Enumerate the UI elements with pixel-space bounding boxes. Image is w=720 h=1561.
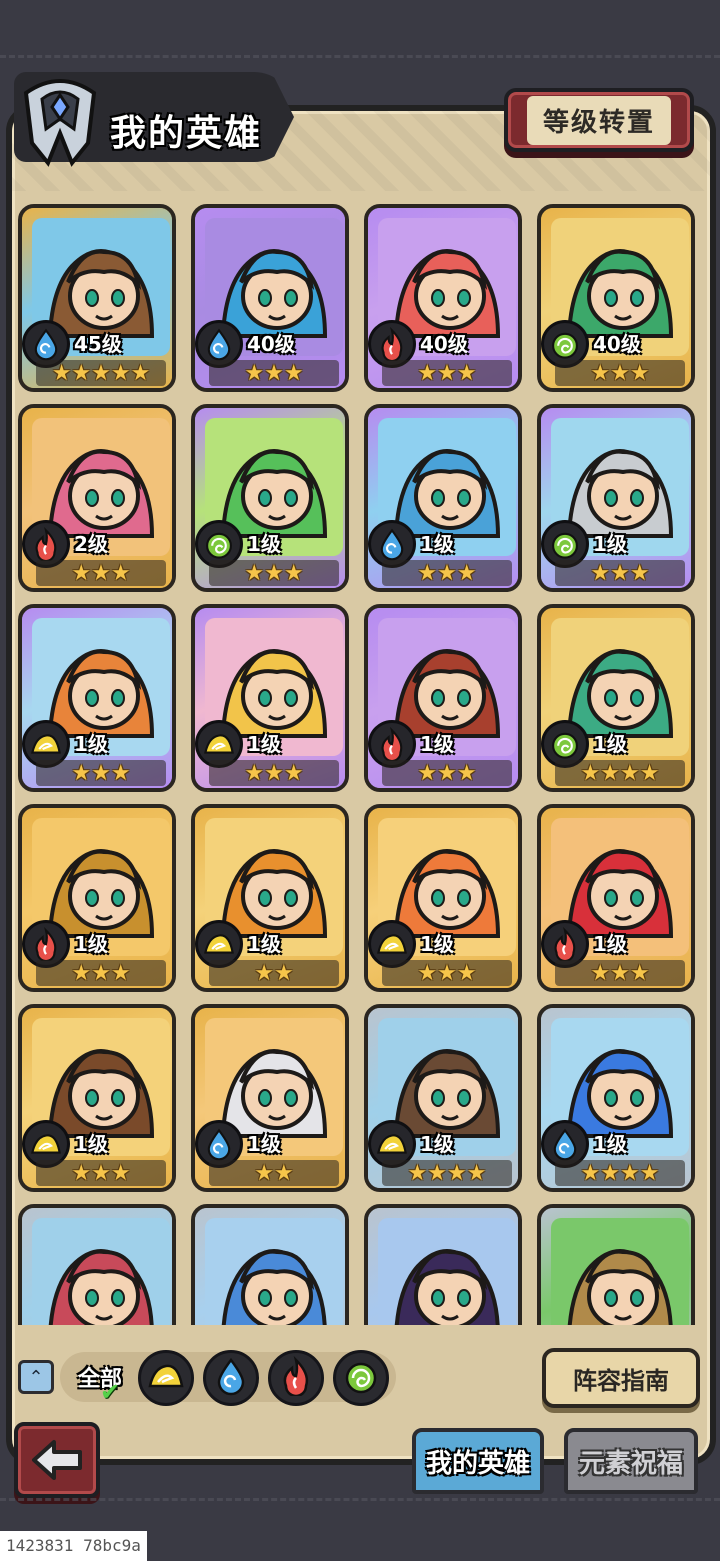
- hero-level: 1级: [420, 532, 454, 556]
- hero-card[interactable]: 2级 ★★★: [18, 404, 176, 592]
- page-title: 我的英雄: [110, 113, 263, 154]
- chevron-up-icon: ⌃: [28, 1366, 44, 1388]
- hero-level: 1级: [593, 732, 627, 756]
- level-reset-label: 等级转置: [526, 95, 671, 145]
- hero-card[interactable]: 1级 ★★★: [364, 404, 522, 592]
- hero-portrait: [378, 1218, 516, 1325]
- hero-card[interactable]: [191, 1204, 349, 1325]
- bottom-decoration: [0, 1498, 720, 1501]
- hero-stars: ★★★: [36, 1160, 166, 1186]
- hero-stars: ★★★★: [555, 760, 685, 786]
- hero-card[interactable]: 40级 ★★★: [191, 204, 349, 392]
- tab-element-blessing[interactable]: 元素祝福: [564, 1428, 698, 1494]
- back-button[interactable]: [14, 1422, 100, 1498]
- hero-level: 45级: [74, 332, 122, 356]
- lineup-guide-label: 阵容指南: [573, 1366, 669, 1395]
- hero-level: 1级: [74, 732, 108, 756]
- build-id: 1423831 78bc9a: [0, 1531, 147, 1561]
- hero-level: 1级: [420, 932, 454, 956]
- hero-card[interactable]: 1级 ★★★: [191, 604, 349, 792]
- hero-stars: ★★★★★: [36, 360, 166, 386]
- hero-stars: ★★★: [36, 960, 166, 986]
- tab-my-heroes[interactable]: 我的英雄: [412, 1428, 544, 1494]
- earth-icon: [146, 1356, 186, 1400]
- filter-water-button[interactable]: [203, 1350, 259, 1406]
- hero-stars: ★★★★: [382, 1160, 512, 1186]
- hero-level: 40级: [247, 332, 295, 356]
- hero-stars: ★★★: [382, 760, 512, 786]
- hero-portrait: [32, 1218, 170, 1325]
- hero-stars: ★★: [209, 1160, 339, 1186]
- hero-card[interactable]: 1级 ★★★: [537, 804, 695, 992]
- hero-stars: ★★★: [209, 760, 339, 786]
- hero-card[interactable]: 1级 ★★★★: [537, 604, 695, 792]
- hero-stars: ★★★: [382, 560, 512, 586]
- filter-fire-button[interactable]: [268, 1350, 324, 1406]
- filter-wind-button[interactable]: [333, 1350, 389, 1406]
- hero-card[interactable]: 1级 ★★★: [537, 404, 695, 592]
- hero-stars: ★★★: [555, 560, 685, 586]
- hero-card[interactable]: [537, 1204, 695, 1325]
- check-icon: ✔: [100, 1378, 121, 1406]
- hero-grid[interactable]: 45级★★★★★ 40级★★★ 40级★★★ 40级★★★ 2级★★★: [14, 200, 704, 1325]
- hero-card[interactable]: 1级 ★★★★: [364, 1004, 522, 1192]
- hero-stars: ★★★: [555, 960, 685, 986]
- hero-stars: ★★★: [382, 960, 512, 986]
- hero-card[interactable]: 1级 ★★★: [364, 804, 522, 992]
- hero-card[interactable]: 1级 ★★★: [18, 1004, 176, 1192]
- hero-card[interactable]: 40级 ★★★: [537, 204, 695, 392]
- hero-stars: ★★★: [36, 560, 166, 586]
- hero-level: 1级: [420, 1132, 454, 1156]
- hero-card[interactable]: 1级 ★★★: [364, 604, 522, 792]
- hero-stars: ★★★: [555, 360, 685, 386]
- hero-stars: ★★★: [209, 360, 339, 386]
- hero-stars: ★★★★: [555, 1160, 685, 1186]
- lineup-guide-button[interactable]: 阵容指南: [542, 1348, 700, 1408]
- filter-earth-button[interactable]: [138, 1350, 194, 1406]
- hero-level: 2级: [74, 532, 108, 556]
- hero-stars: ★★: [209, 960, 339, 986]
- tab-element-blessing-label: 元素祝福: [578, 1448, 683, 1479]
- hero-portrait: [551, 1218, 689, 1325]
- fire-icon: [276, 1355, 316, 1400]
- hero-card[interactable]: 40级 ★★★: [364, 204, 522, 392]
- water-icon: [211, 1356, 251, 1400]
- hero-level: 40级: [593, 332, 641, 356]
- hero-level: 1级: [247, 1132, 281, 1156]
- level-reset-button[interactable]: 等级转置: [504, 88, 694, 152]
- tab-my-heroes-label: 我的英雄: [425, 1448, 530, 1479]
- hero-portrait: [205, 1218, 343, 1325]
- hero-card[interactable]: 1级 ★★: [191, 804, 349, 992]
- wind-icon: [341, 1356, 381, 1400]
- helmet-icon: [16, 72, 104, 170]
- collapse-button[interactable]: ⌃: [18, 1360, 54, 1394]
- hero-card[interactable]: [18, 1204, 176, 1325]
- hero-level: 1级: [74, 1132, 108, 1156]
- hero-stars: ★★★: [382, 360, 512, 386]
- hero-card[interactable]: 1级 ★★★: [191, 404, 349, 592]
- hero-level: 1级: [420, 732, 454, 756]
- hero-card[interactable]: 1级 ★★★: [18, 604, 176, 792]
- hero-level: 1级: [593, 532, 627, 556]
- hero-stars: ★★★: [36, 760, 166, 786]
- hero-level: 1级: [247, 532, 281, 556]
- back-arrow-icon: [32, 1440, 82, 1480]
- hero-level: 1级: [74, 932, 108, 956]
- hero-level: 1级: [593, 1132, 627, 1156]
- hero-level: 40级: [420, 332, 468, 356]
- hero-level: 1级: [247, 932, 281, 956]
- hero-card[interactable]: [364, 1204, 522, 1325]
- hero-card[interactable]: 1级 ★★★: [18, 804, 176, 992]
- hero-level: 1级: [247, 732, 281, 756]
- hero-card[interactable]: 1级 ★★: [191, 1004, 349, 1192]
- hero-level: 1级: [593, 932, 627, 956]
- hero-card[interactable]: 45级 ★★★★★: [18, 204, 176, 392]
- hero-card[interactable]: 1级 ★★★★: [537, 1004, 695, 1192]
- hero-stars: ★★★: [209, 560, 339, 586]
